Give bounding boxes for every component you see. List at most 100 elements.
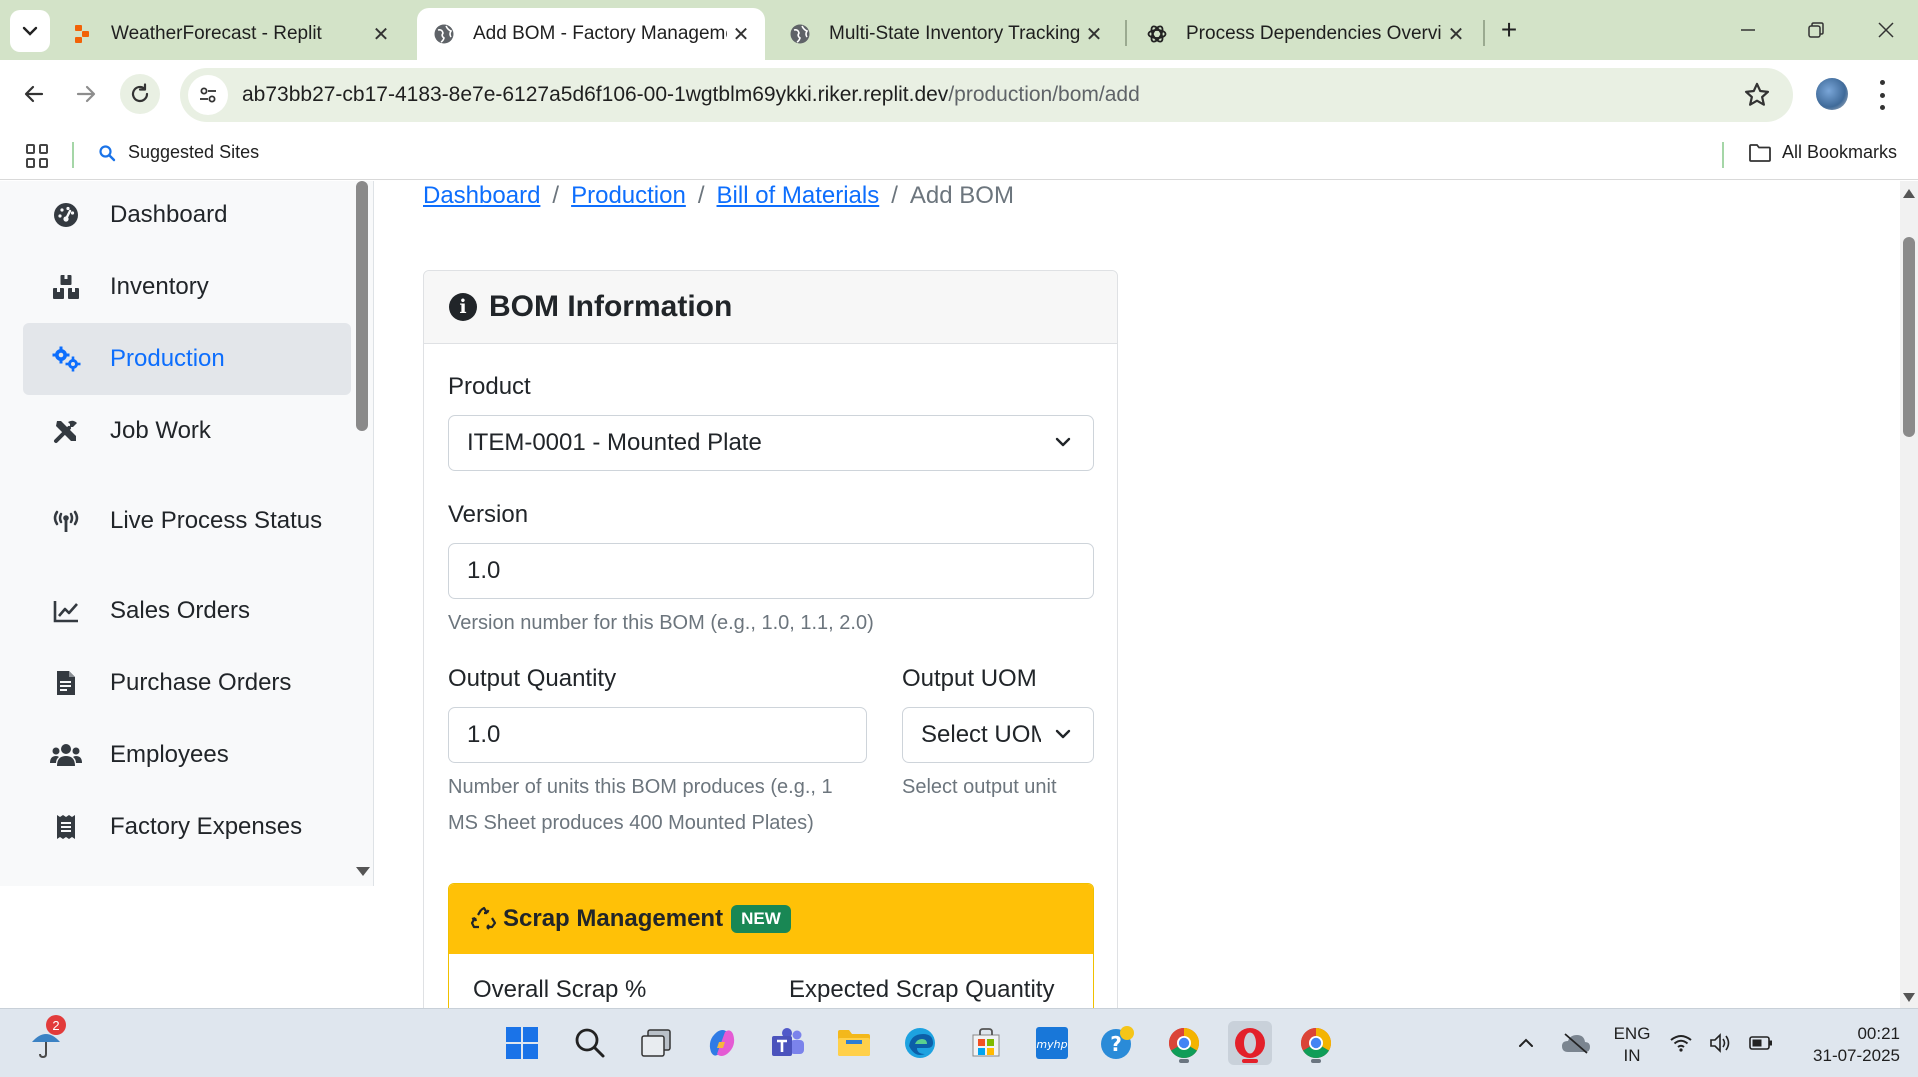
wifi-status[interactable] (1666, 1021, 1696, 1065)
chatgpt-icon (1146, 23, 1168, 45)
output-uom-select[interactable]: Select UOM (902, 707, 1094, 763)
output-uom-select-value: Select UOM (921, 721, 1041, 748)
sidebar-item-live-process-status[interactable]: Live Process Status (23, 485, 351, 557)
taskbar-search-button[interactable] (568, 1021, 612, 1065)
scrap-management-header: Scrap Management NEW (449, 884, 1093, 954)
bookmarks-bar: Suggested Sites All Bookmarks (0, 130, 1918, 180)
restore-button[interactable] (1798, 12, 1834, 48)
sidebar-item-inventory[interactable]: Inventory (23, 251, 351, 323)
opera-app[interactable] (1228, 1021, 1272, 1065)
sidebar-item-label: Inventory (110, 273, 209, 300)
output-quantity-label: Output Quantity (448, 665, 617, 692)
scrap-management-body: Overall Scrap % Expected Scrap Quantity (449, 954, 1093, 1008)
language-indicator[interactable]: ENG IN (1612, 1023, 1652, 1067)
onedrive-status[interactable] (1554, 1021, 1598, 1065)
new-tab-button[interactable]: + (1493, 14, 1525, 46)
microsoft-store-app[interactable] (964, 1021, 1008, 1065)
search-icon (575, 1028, 605, 1058)
sidebar-item-label: Sales Orders (110, 597, 251, 624)
breadcrumb-production[interactable]: Production (571, 182, 686, 210)
tab-search-button[interactable] (10, 10, 50, 52)
expected-scrap-quantity-label: Expected Scrap Quantity (789, 976, 1055, 1003)
version-input[interactable]: 1.0 (448, 543, 1094, 599)
volume-status[interactable] (1706, 1021, 1736, 1065)
help-app[interactable]: ? (1096, 1021, 1140, 1065)
tab-multi-state-inventory[interactable]: Multi-State Inventory Tracking ✕ (773, 8, 1118, 60)
breadcrumb: Dashboard / Production / Bill of Materia… (423, 181, 1014, 211)
page-scrollbar[interactable] (1900, 181, 1918, 1008)
all-bookmarks-button[interactable]: All Bookmarks (1748, 142, 1897, 163)
sidebar-item-production[interactable]: Production (23, 323, 351, 395)
reload-button[interactable] (120, 74, 160, 114)
teams-app[interactable] (766, 1021, 810, 1065)
chevron-down-icon (1055, 437, 1071, 447)
product-select[interactable]: ITEM-0001 - Mounted Plate (448, 415, 1094, 471)
close-window-button[interactable] (1868, 12, 1904, 48)
start-button[interactable] (500, 1021, 544, 1065)
chrome-app-1[interactable] (1162, 1021, 1206, 1065)
forward-button[interactable] (66, 74, 106, 114)
battery-status[interactable] (1746, 1021, 1776, 1065)
svg-text:?: ? (1110, 1032, 1122, 1056)
scroll-down-arrow-icon[interactable] (356, 867, 370, 876)
tab-weatherforecast[interactable]: WeatherForecast - Replit ✕ (55, 8, 405, 60)
chrome-app-2[interactable] (1294, 1021, 1338, 1065)
scrap-management-title: Scrap Management (503, 905, 724, 932)
copilot-icon (709, 1030, 735, 1056)
profile-avatar[interactable] (1816, 78, 1848, 110)
tab-add-bom[interactable]: Add BOM - Factory Management ✕ (417, 8, 765, 60)
task-view-button[interactable] (634, 1021, 678, 1065)
restore-icon (1808, 22, 1824, 38)
sidebar-item-job-work[interactable]: Job Work (23, 395, 351, 467)
sidebar-scroll-thumb[interactable] (356, 181, 368, 431)
scroll-up-arrow-icon[interactable] (1903, 189, 1915, 198)
output-quantity-input[interactable]: 1.0 (448, 707, 867, 763)
back-button[interactable] (14, 74, 54, 114)
clock[interactable]: 00:21 31-07-2025 (1790, 1023, 1900, 1067)
file-explorer-app[interactable] (832, 1021, 876, 1065)
output-quantity-value: 1.0 (467, 721, 501, 748)
breadcrumb-bill-of-materials[interactable]: Bill of Materials (717, 182, 880, 210)
show-hidden-icons-button[interactable] (1504, 1021, 1548, 1065)
sidebar-item-sales-orders[interactable]: Sales Orders (23, 575, 351, 647)
myhp-app[interactable]: myhp (1030, 1021, 1074, 1065)
close-tab-icon[interactable]: ✕ (367, 20, 395, 48)
scroll-down-arrow-icon[interactable] (1903, 993, 1915, 1002)
tools-icon (50, 415, 82, 447)
tab-process-dependencies[interactable]: Process Dependencies Overview ✕ (1130, 8, 1480, 60)
sidebar-item-employees[interactable]: Employees (23, 719, 351, 791)
edge-app[interactable] (898, 1021, 942, 1065)
address-bar[interactable]: ab73bb27-cb17-4183-8e7e-6127a5d6f106-00-… (180, 68, 1793, 122)
bookmark-star-icon[interactable] (1743, 81, 1771, 109)
apps-grid-icon[interactable] (26, 144, 50, 168)
sidebar-scrollbar[interactable] (352, 181, 373, 886)
sidebar-item-dashboard[interactable]: Dashboard (23, 181, 351, 251)
breadcrumb-dashboard[interactable]: Dashboard (423, 182, 540, 210)
copilot-app[interactable] (700, 1021, 744, 1065)
close-tab-icon[interactable]: ✕ (727, 20, 755, 48)
scrap-management-section: Scrap Management NEW Overall Scrap % Exp… (448, 883, 1094, 1008)
output-uom-label: Output UOM (902, 665, 1037, 692)
version-input-value: 1.0 (467, 557, 501, 584)
overall-scrap-label: Overall Scrap % (473, 976, 647, 1003)
store-icon (972, 1028, 1000, 1057)
weather-widget[interactable]: 2 (24, 1015, 68, 1065)
tab-title: Process Dependencies Overview (1186, 23, 1442, 44)
speaker-icon (1710, 1033, 1730, 1053)
help-line: Number of units this BOM produces (e.g.,… (448, 776, 833, 798)
tab-separator (1483, 20, 1485, 46)
sidebar-item-purchase-orders[interactable]: Purchase Orders (23, 647, 351, 719)
browser-toolbar: ab73bb27-cb17-4183-8e7e-6127a5d6f106-00-… (0, 60, 1918, 130)
bookmark-suggested-sites[interactable]: Suggested Sites (98, 142, 259, 163)
folder-icon (838, 1030, 870, 1056)
browser-menu-icon[interactable] (1876, 80, 1888, 110)
sidebar-item-factory-expenses[interactable]: Factory Expenses (23, 791, 351, 863)
close-tab-icon[interactable]: ✕ (1442, 20, 1470, 48)
site-info-icon[interactable] (188, 75, 228, 115)
chart-line-icon (50, 595, 82, 627)
minimize-button[interactable] (1730, 12, 1766, 48)
page-scroll-thumb[interactable] (1903, 237, 1915, 437)
close-tab-icon[interactable]: ✕ (1080, 20, 1108, 48)
url-path: /production/bom/add (948, 83, 1140, 106)
globe-icon (789, 23, 811, 45)
